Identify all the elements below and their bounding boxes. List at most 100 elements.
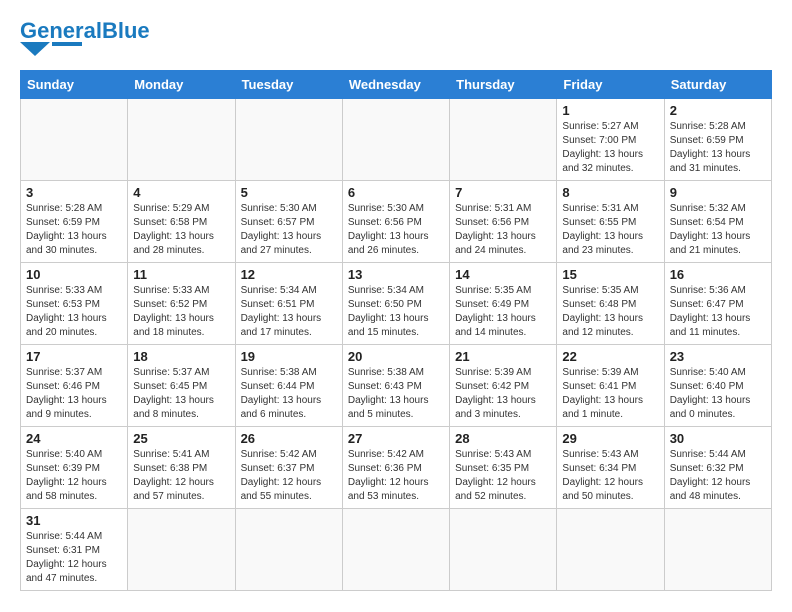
calendar-day-cell: 22Sunrise: 5:39 AM Sunset: 6:41 PM Dayli… — [557, 345, 664, 427]
calendar-day-cell: 27 Sunrise: 5:42 AM Sunset: 6:36 PM Dayli… — [342, 427, 449, 509]
day-number: 2 — [670, 103, 766, 118]
day-info: Sunrise: 5:40 AM Sunset: 6:40 PM Dayligh… — [670, 366, 766, 422]
calendar-week-row: 31 Sunrise: 5:44 AM Sunset: 6:31 PM Dayli… — [21, 509, 772, 591]
day-of-week-header: Sunday — [21, 71, 128, 99]
day-number: 21 — [455, 349, 551, 364]
day-info: Sunrise: 5:34 AM Sunset: 6:51 PM Dayligh… — [241, 284, 337, 340]
calendar-day-cell: 25 Sunrise: 5:41 AM Sunset: 6:38 PM Dayli… — [128, 427, 235, 509]
day-number: 9 — [670, 185, 766, 200]
day-number: 16 — [670, 267, 766, 282]
calendar-day-cell — [235, 509, 342, 591]
day-number: 4 — [133, 185, 229, 200]
day-number: 15 — [562, 267, 658, 282]
day-number: 30 — [670, 431, 766, 446]
calendar-day-cell: 12 Sunrise: 5:34 AM Sunset: 6:51 PM Dayli… — [235, 263, 342, 345]
day-number: 17 — [26, 349, 122, 364]
calendar-table: SundayMondayTuesdayWednesdayThursdayFrid… — [20, 70, 772, 591]
calendar-day-cell: 16 Sunrise: 5:36 AM Sunset: 6:47 PM Dayli… — [664, 263, 771, 345]
day-number: 11 — [133, 267, 229, 282]
calendar-day-cell: 26 Sunrise: 5:42 AM Sunset: 6:37 PM Dayli… — [235, 427, 342, 509]
day-number: 3 — [26, 185, 122, 200]
day-number: 8 — [562, 185, 658, 200]
day-of-week-header: Tuesday — [235, 71, 342, 99]
day-number: 28 — [455, 431, 551, 446]
day-number: 31 — [26, 513, 122, 528]
calendar-day-cell — [342, 99, 449, 181]
day-info: Sunrise: 5:43 AM Sunset: 6:35 PM Dayligh… — [455, 448, 551, 504]
calendar-week-row: 24 Sunrise: 5:40 AM Sunset: 6:39 PM Dayli… — [21, 427, 772, 509]
calendar-day-cell: 14Sunrise: 5:35 AM Sunset: 6:49 PM Dayli… — [450, 263, 557, 345]
calendar-day-cell — [557, 509, 664, 591]
day-info: Sunrise: 5:28 AM Sunset: 6:59 PM Dayligh… — [670, 120, 766, 176]
day-info: Sunrise: 5:31 AM Sunset: 6:56 PM Dayligh… — [455, 202, 551, 258]
day-number: 5 — [241, 185, 337, 200]
logo-general: General — [20, 18, 102, 43]
day-of-week-header: Thursday — [450, 71, 557, 99]
calendar-day-cell: 19 Sunrise: 5:38 AM Sunset: 6:44 PM Dayli… — [235, 345, 342, 427]
calendar-day-cell: 8 Sunrise: 5:31 AM Sunset: 6:55 PM Daylig… — [557, 181, 664, 263]
day-info: Sunrise: 5:39 AM Sunset: 6:42 PM Dayligh… — [455, 366, 551, 422]
day-info: Sunrise: 5:32 AM Sunset: 6:54 PM Dayligh… — [670, 202, 766, 258]
calendar-day-cell: 6 Sunrise: 5:30 AM Sunset: 6:56 PM Daylig… — [342, 181, 449, 263]
calendar-day-cell: 21 Sunrise: 5:39 AM Sunset: 6:42 PM Dayli… — [450, 345, 557, 427]
day-info: Sunrise: 5:31 AM Sunset: 6:55 PM Dayligh… — [562, 202, 658, 258]
calendar-day-cell — [664, 509, 771, 591]
calendar-day-cell: 17 Sunrise: 5:37 AM Sunset: 6:46 PM Dayli… — [21, 345, 128, 427]
day-info: Sunrise: 5:33 AM Sunset: 6:53 PM Dayligh… — [26, 284, 122, 340]
logo: GeneralBlue — [20, 20, 150, 60]
calendar-day-cell — [21, 99, 128, 181]
calendar-week-row: 10Sunrise: 5:33 AM Sunset: 6:53 PM Dayli… — [21, 263, 772, 345]
day-info: Sunrise: 5:30 AM Sunset: 6:56 PM Dayligh… — [348, 202, 444, 258]
day-number: 24 — [26, 431, 122, 446]
day-number: 27 — [348, 431, 444, 446]
calendar-day-cell: 23 Sunrise: 5:40 AM Sunset: 6:40 PM Dayli… — [664, 345, 771, 427]
day-number: 6 — [348, 185, 444, 200]
day-number: 23 — [670, 349, 766, 364]
calendar-day-cell — [128, 99, 235, 181]
calendar-day-cell: 24 Sunrise: 5:40 AM Sunset: 6:39 PM Dayli… — [21, 427, 128, 509]
day-info: Sunrise: 5:36 AM Sunset: 6:47 PM Dayligh… — [670, 284, 766, 340]
calendar-header-row: SundayMondayTuesdayWednesdayThursdayFrid… — [21, 71, 772, 99]
day-info: Sunrise: 5:29 AM Sunset: 6:58 PM Dayligh… — [133, 202, 229, 258]
calendar-day-cell: 28 Sunrise: 5:43 AM Sunset: 6:35 PM Dayli… — [450, 427, 557, 509]
calendar-day-cell: 3 Sunrise: 5:28 AM Sunset: 6:59 PM Daylig… — [21, 181, 128, 263]
day-number: 29 — [562, 431, 658, 446]
day-info: Sunrise: 5:42 AM Sunset: 6:37 PM Dayligh… — [241, 448, 337, 504]
calendar-day-cell — [450, 509, 557, 591]
day-info: Sunrise: 5:41 AM Sunset: 6:38 PM Dayligh… — [133, 448, 229, 504]
day-of-week-header: Friday — [557, 71, 664, 99]
day-info: Sunrise: 5:28 AM Sunset: 6:59 PM Dayligh… — [26, 202, 122, 258]
calendar-day-cell — [128, 509, 235, 591]
calendar-day-cell: 20Sunrise: 5:38 AM Sunset: 6:43 PM Dayli… — [342, 345, 449, 427]
day-of-week-header: Monday — [128, 71, 235, 99]
day-info: Sunrise: 5:44 AM Sunset: 6:31 PM Dayligh… — [26, 530, 122, 586]
day-number: 12 — [241, 267, 337, 282]
day-of-week-header: Saturday — [664, 71, 771, 99]
day-info: Sunrise: 5:33 AM Sunset: 6:52 PM Dayligh… — [133, 284, 229, 340]
calendar-day-cell: 31 Sunrise: 5:44 AM Sunset: 6:31 PM Dayli… — [21, 509, 128, 591]
calendar-day-cell: 5Sunrise: 5:30 AM Sunset: 6:57 PM Daylig… — [235, 181, 342, 263]
day-number: 19 — [241, 349, 337, 364]
calendar-day-cell: 7Sunrise: 5:31 AM Sunset: 6:56 PM Daylig… — [450, 181, 557, 263]
logo-blue: Blue — [102, 18, 150, 43]
header: GeneralBlue — [20, 20, 772, 60]
day-number: 25 — [133, 431, 229, 446]
calendar-day-cell: 9 Sunrise: 5:32 AM Sunset: 6:54 PM Daylig… — [664, 181, 771, 263]
day-info: Sunrise: 5:42 AM Sunset: 6:36 PM Dayligh… — [348, 448, 444, 504]
calendar-week-row: 1Sunrise: 5:27 AM Sunset: 7:00 PM Daylig… — [21, 99, 772, 181]
calendar-day-cell: 1Sunrise: 5:27 AM Sunset: 7:00 PM Daylig… — [557, 99, 664, 181]
day-info: Sunrise: 5:38 AM Sunset: 6:44 PM Dayligh… — [241, 366, 337, 422]
calendar-day-cell: 2 Sunrise: 5:28 AM Sunset: 6:59 PM Daylig… — [664, 99, 771, 181]
calendar-day-cell: 18Sunrise: 5:37 AM Sunset: 6:45 PM Dayli… — [128, 345, 235, 427]
calendar-day-cell: 10Sunrise: 5:33 AM Sunset: 6:53 PM Dayli… — [21, 263, 128, 345]
day-info: Sunrise: 5:39 AM Sunset: 6:41 PM Dayligh… — [562, 366, 658, 422]
day-info: Sunrise: 5:27 AM Sunset: 7:00 PM Dayligh… — [562, 120, 658, 176]
day-info: Sunrise: 5:37 AM Sunset: 6:46 PM Dayligh… — [26, 366, 122, 422]
day-info: Sunrise: 5:44 AM Sunset: 6:32 PM Dayligh… — [670, 448, 766, 504]
day-info: Sunrise: 5:43 AM Sunset: 6:34 PM Dayligh… — [562, 448, 658, 504]
calendar-day-cell — [450, 99, 557, 181]
day-info: Sunrise: 5:40 AM Sunset: 6:39 PM Dayligh… — [26, 448, 122, 504]
day-number: 26 — [241, 431, 337, 446]
calendar-day-cell: 13Sunrise: 5:34 AM Sunset: 6:50 PM Dayli… — [342, 263, 449, 345]
calendar-day-cell: 29 Sunrise: 5:43 AM Sunset: 6:34 PM Dayli… — [557, 427, 664, 509]
